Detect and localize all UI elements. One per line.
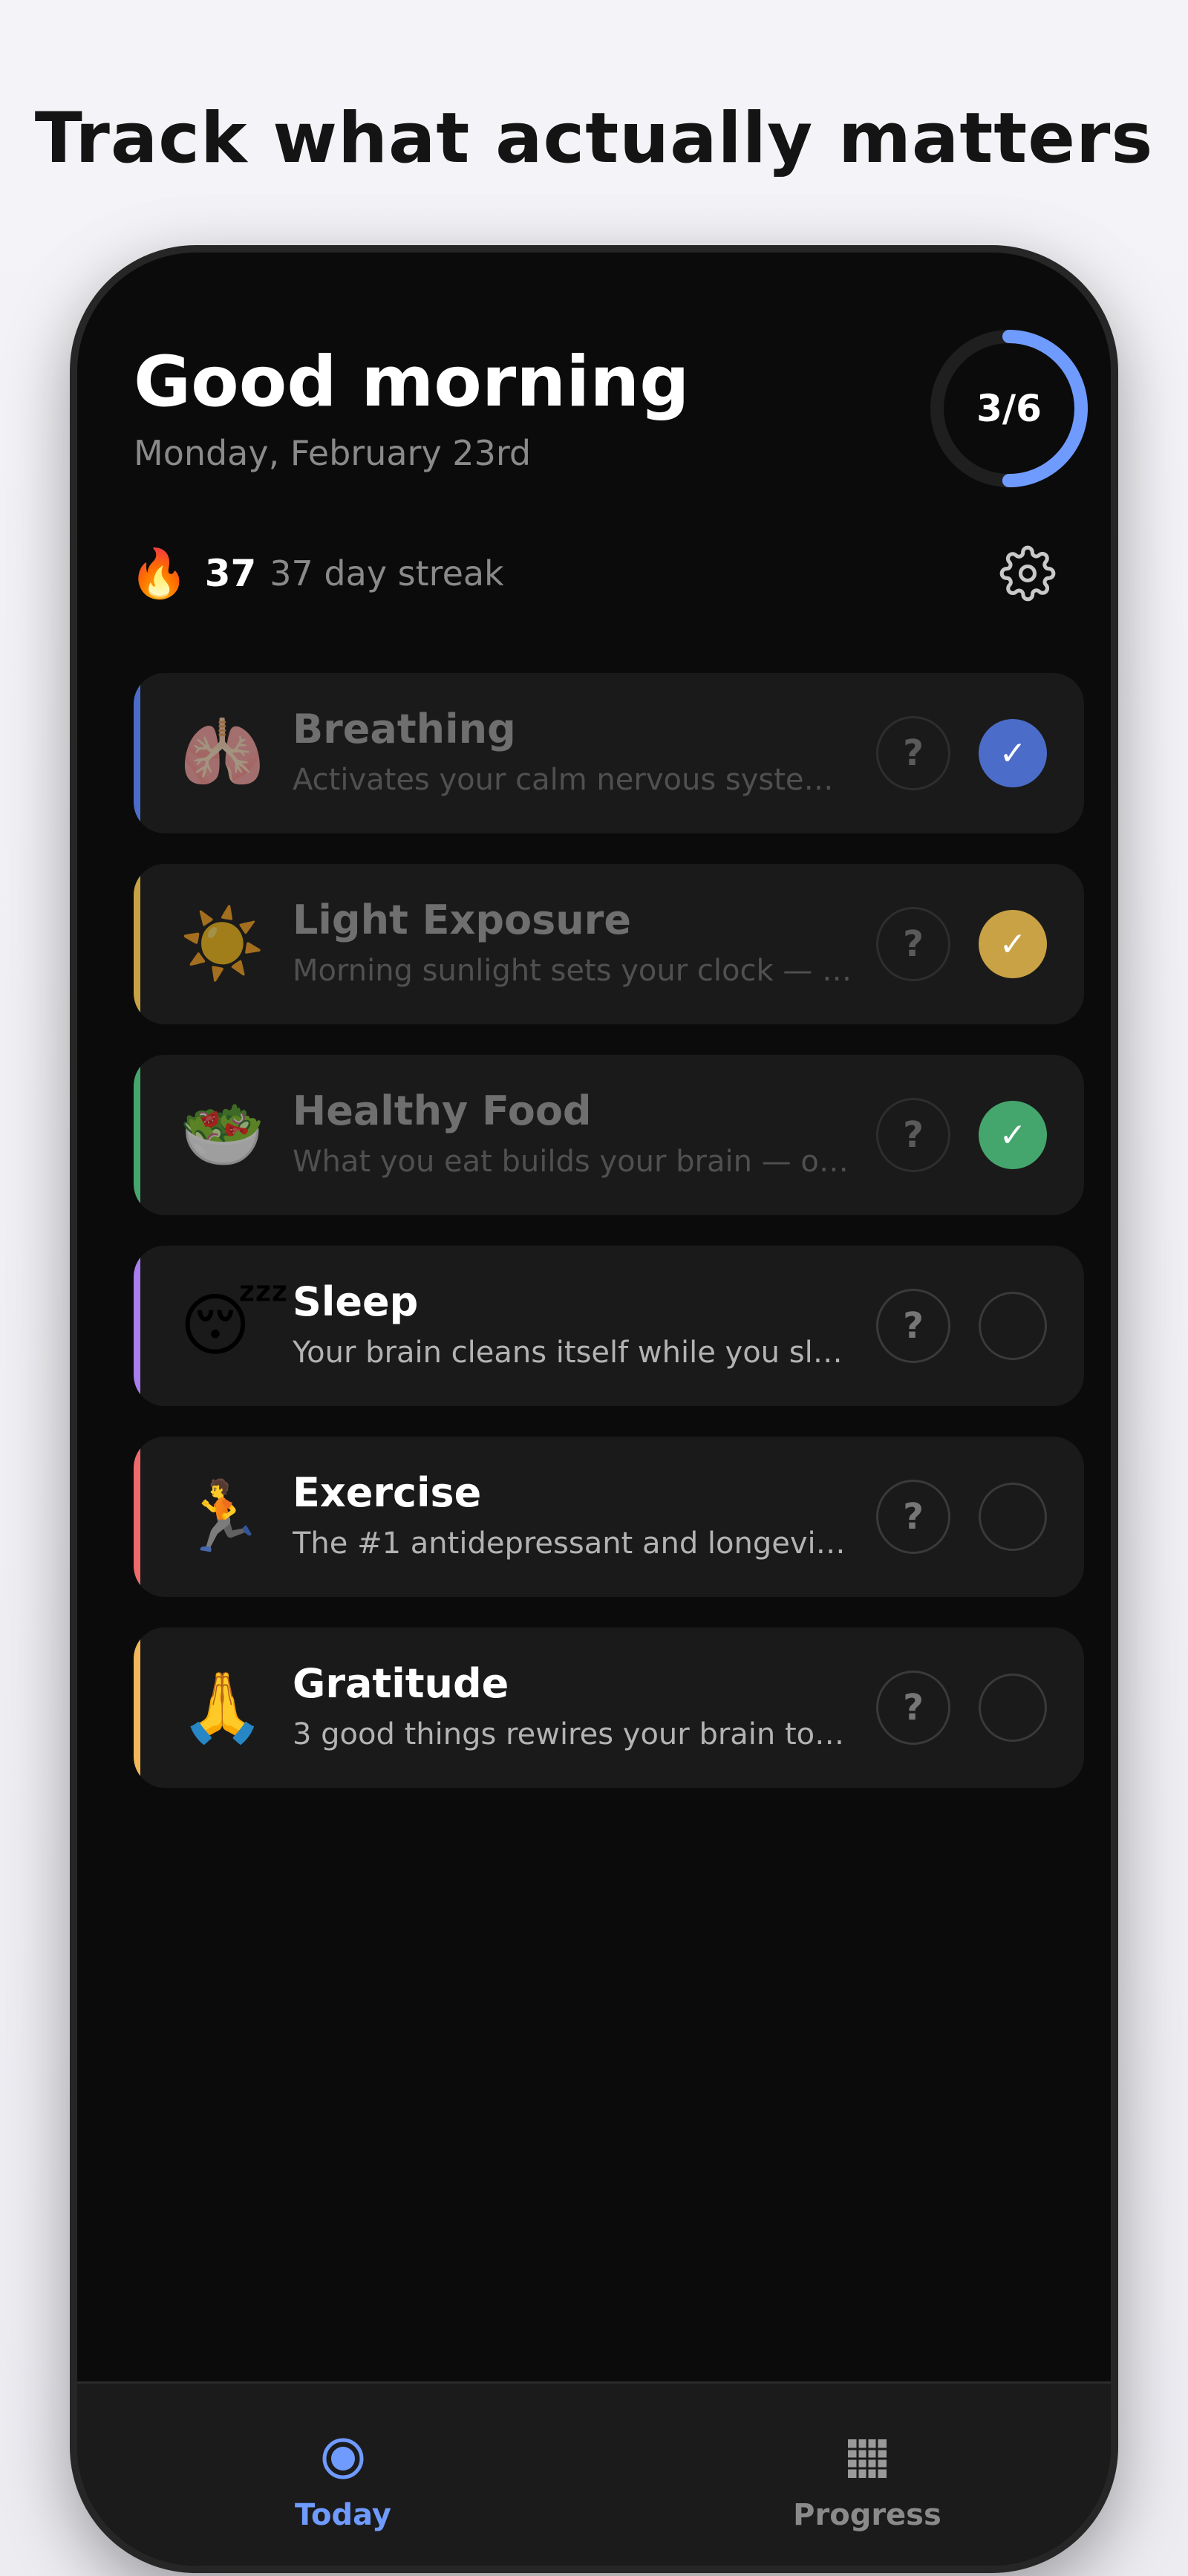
runner-icon: 🏃 (180, 1477, 265, 1556)
habit-description: 3 good things rewires your brain tow... (293, 1717, 857, 1752)
lungs-icon: 🫁 (180, 713, 265, 793)
fire-icon: 🔥 (129, 546, 189, 602)
sleeping-face-icon: 😴 (180, 1286, 290, 1365)
habit-info-button[interactable]: ? (876, 1098, 950, 1172)
gear-icon[interactable] (990, 536, 1065, 611)
nav-tab-progress[interactable]: Progress (726, 2428, 1008, 2540)
habit-info-button[interactable]: ? (876, 1289, 950, 1363)
habit-check-button[interactable]: ✓ (979, 910, 1047, 978)
salad-icon: 🥗 (180, 1095, 265, 1174)
streak-row: 🔥 37 37 day streak (129, 536, 504, 611)
nav-label-progress: Progress (793, 2498, 941, 2532)
streak-label: 37 day streak (270, 553, 504, 593)
praying-hands-icon: 🙏 (180, 1668, 265, 1747)
habit-card-light-exposure[interactable]: ☀️ Light Exposure Morning sunlight sets … (134, 864, 1084, 1024)
habit-info-button[interactable]: ? (876, 716, 950, 790)
habit-description: The #1 antidepressant and longevity ... (293, 1526, 857, 1561)
habit-description: Your brain cleans itself while you sle..… (293, 1336, 857, 1370)
habit-title: Exercise (293, 1469, 482, 1516)
daily-progress-ring: 3/6 (924, 323, 1094, 494)
habit-check-button[interactable] (979, 1674, 1047, 1742)
habit-card-healthy-food[interactable]: 🥗 Healthy Food What you eat builds your … (134, 1055, 1084, 1215)
progress-count: 3/6 (976, 387, 1042, 430)
habit-check-button[interactable]: ✓ (979, 719, 1047, 787)
target-icon (321, 2428, 365, 2489)
habit-color-stripe (134, 1627, 140, 1788)
habit-description: Activates your calm nervous system ... (293, 763, 857, 797)
date-label: Monday, February 23rd (134, 433, 532, 473)
habit-title: Healthy Food (293, 1087, 592, 1134)
phone-frame: Good morning Monday, February 23rd 3/6 🔥… (70, 245, 1118, 2573)
habit-title: Light Exposure (293, 897, 631, 943)
habit-color-stripe (134, 1437, 140, 1597)
habit-title: Gratitude (293, 1660, 509, 1707)
habit-check-button[interactable]: ✓ (979, 1101, 1047, 1169)
bottom-navigation: Today Progress (77, 2381, 1111, 2566)
habit-color-stripe (134, 1246, 140, 1406)
habit-info-button[interactable]: ? (876, 1671, 950, 1745)
nav-label-today: Today (295, 2498, 391, 2532)
habit-color-stripe (134, 673, 140, 833)
habit-check-button[interactable] (979, 1292, 1047, 1360)
habit-info-button[interactable]: ? (876, 907, 950, 981)
headline: Track what actually matters (34, 98, 1154, 179)
greeting-title: Good morning (134, 342, 690, 423)
sun-icon: ☀️ (180, 904, 265, 983)
habit-description: Morning sunlight sets your clock — b... (293, 954, 857, 988)
habit-description: What you eat builds your brain — on... (293, 1145, 857, 1179)
habit-title: Breathing (293, 706, 516, 752)
habit-card-exercise[interactable]: 🏃 Exercise The #1 antidepressant and lon… (134, 1437, 1084, 1597)
habit-color-stripe (134, 1055, 140, 1215)
habit-title: Sleep (293, 1278, 419, 1325)
grid-icon (845, 2428, 890, 2489)
habit-card-sleep[interactable]: 😴 Sleep Your brain cleans itself while y… (134, 1246, 1084, 1406)
habit-check-button[interactable] (979, 1483, 1047, 1551)
habit-card-breathing[interactable]: 🫁 Breathing Activates your calm nervous … (134, 673, 1084, 833)
nav-tab-today[interactable]: Today (202, 2428, 484, 2540)
streak-count: 37 (204, 552, 257, 595)
habit-color-stripe (134, 864, 140, 1024)
habit-info-button[interactable]: ? (876, 1480, 950, 1554)
habit-card-gratitude[interactable]: 🙏 Gratitude 3 good things rewires your b… (134, 1627, 1084, 1788)
